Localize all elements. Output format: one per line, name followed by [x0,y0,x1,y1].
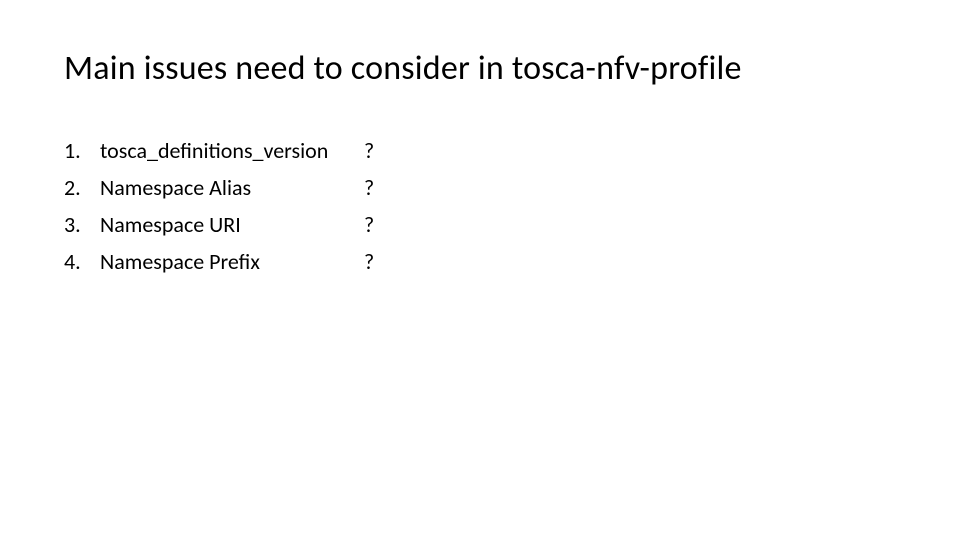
list-item: 3. Namespace URI ? [64,211,896,238]
item-number: 4. [64,248,100,275]
item-mark: ? [364,137,384,164]
item-text: Namespace Alias [100,174,364,201]
item-text: tosca_definitions_version [100,137,364,164]
list-item: 4. Namespace Prefix ? [64,248,896,275]
item-mark: ? [364,248,384,275]
item-text: Namespace URI [100,211,364,238]
item-number: 1. [64,137,100,164]
list-item: 2. Namespace Alias ? [64,174,896,201]
list-item: 1. tosca_definitions_version ? [64,137,896,164]
item-mark: ? [364,174,384,201]
issues-list: 1. tosca_definitions_version ? 2. Namesp… [64,137,896,275]
slide-title: Main issues need to consider in tosca-nf… [64,48,896,89]
item-text: Namespace Prefix [100,248,364,275]
item-number: 2. [64,174,100,201]
item-mark: ? [364,211,384,238]
item-number: 3. [64,211,100,238]
slide: Main issues need to consider in tosca-nf… [0,0,960,540]
